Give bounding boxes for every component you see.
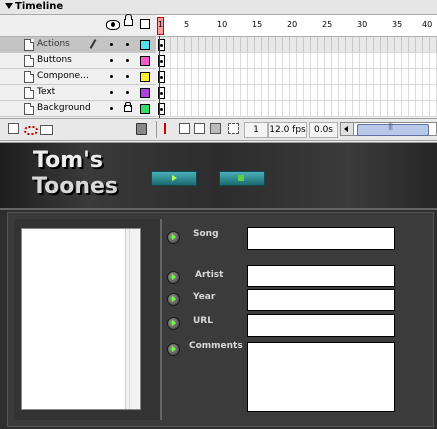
banner: Tom's Toones <box>0 143 437 210</box>
ruler-label: 1 <box>158 20 164 29</box>
frame-row-text[interactable] <box>157 85 437 101</box>
ruler-label: 25 <box>322 20 333 29</box>
song-input[interactable] <box>247 227 395 250</box>
layer-row-buttons[interactable]: Buttons <box>0 53 156 69</box>
frame-row-actions[interactable] <box>157 37 437 53</box>
layer-name: Background <box>37 103 91 113</box>
ruler-label: 5 <box>184 20 190 29</box>
logo-text-line1: Tom's <box>33 148 103 173</box>
visibility-dot[interactable] <box>110 75 113 78</box>
content-panel: Song Artist Year URL Comments <box>7 212 434 427</box>
timeline-titlebar[interactable]: Timeline <box>0 0 437 15</box>
layer-name: Actions <box>37 39 70 49</box>
modify-onion-markers-icon[interactable] <box>228 123 239 134</box>
outline-color-swatch[interactable] <box>140 72 150 82</box>
insert-layer-folder-icon[interactable] <box>40 125 53 135</box>
edit-multiple-frames-icon[interactable] <box>210 123 221 134</box>
timeline-toolbar: 1 12.0 fps 0.0s <box>0 118 437 141</box>
lock-dot[interactable] <box>126 59 129 62</box>
timeline-panel: Timeline 1 5 10 15 20 25 30 35 40 Action… <box>0 0 437 142</box>
next-button[interactable] <box>219 171 265 186</box>
song-list-panel <box>14 219 162 420</box>
collapse-triangle-icon[interactable] <box>5 3 13 9</box>
logo-text-line2: Toones <box>32 174 118 199</box>
lock-icon[interactable] <box>124 102 132 112</box>
layer-name: Compone… <box>37 71 90 81</box>
frame-row-components[interactable] <box>157 69 437 85</box>
ruler-label: 35 <box>392 20 403 29</box>
song-bullet-icon <box>167 231 180 244</box>
visibility-dot[interactable] <box>110 91 113 94</box>
year-label: Year <box>193 292 216 302</box>
layer-header <box>0 14 156 37</box>
ruler-label: 40 <box>422 20 433 29</box>
lock-dot[interactable] <box>126 43 129 46</box>
comments-label: Comments <box>189 341 243 351</box>
outline-color-swatch[interactable] <box>140 88 150 98</box>
url-label: URL <box>193 316 213 326</box>
onion-skin-outlines-icon[interactable] <box>194 123 205 134</box>
playhead-line <box>159 36 160 118</box>
frame-row-background[interactable] <box>157 101 437 117</box>
current-frame-readout: 1 <box>244 122 268 138</box>
layer-row-text[interactable]: Text <box>0 85 156 101</box>
toolbar-divider <box>156 121 157 138</box>
url-input[interactable] <box>247 314 395 337</box>
scroll-left-arrow-icon[interactable] <box>341 123 354 135</box>
layer-row-background[interactable]: Background <box>0 101 156 117</box>
outline-color-swatch[interactable] <box>140 40 150 50</box>
insert-layer-icon[interactable] <box>8 123 19 134</box>
layer-name: Text <box>37 87 56 97</box>
layer-row-components[interactable]: Compone… <box>0 69 156 85</box>
lock-dot[interactable] <box>126 91 129 94</box>
add-motion-guide-icon[interactable] <box>24 123 38 135</box>
artist-bullet-icon <box>167 271 180 284</box>
visibility-dot[interactable] <box>110 107 113 110</box>
square-icon <box>238 175 244 181</box>
comments-textarea[interactable] <box>247 342 395 412</box>
year-bullet-icon <box>167 293 180 306</box>
outline-color-swatch[interactable] <box>140 56 150 66</box>
pencil-icon <box>89 39 97 49</box>
lock-all-icon[interactable] <box>124 14 133 26</box>
song-label: Song <box>193 229 219 239</box>
timeline-horizontal-scrollbar[interactable] <box>340 122 437 136</box>
layer-icon <box>24 55 34 67</box>
layer-name: Buttons <box>37 55 72 65</box>
play-arrow-icon <box>172 175 177 181</box>
elapsed-time-readout: 0.0s <box>309 122 338 138</box>
outline-color-swatch[interactable] <box>140 104 150 114</box>
ruler-label: 20 <box>287 20 298 29</box>
ruler-label: 10 <box>217 20 228 29</box>
play-button[interactable] <box>151 171 197 186</box>
layer-icon <box>24 71 34 83</box>
frame-rate-readout[interactable]: 12.0 fps <box>268 122 307 138</box>
frame-ruler[interactable]: 1 5 10 15 20 25 30 35 40 <box>157 15 437 37</box>
visibility-dot[interactable] <box>110 43 113 46</box>
onion-skin-icon[interactable] <box>179 123 190 134</box>
song-listbox[interactable] <box>21 228 141 410</box>
layer-icon <box>24 103 34 115</box>
show-hide-all-eye-icon[interactable] <box>106 20 120 30</box>
layer-icon <box>24 39 34 51</box>
scrollbar-thumb[interactable] <box>357 122 429 136</box>
delete-layer-trash-icon[interactable] <box>136 123 147 135</box>
stage: Tom's Toones Song Artist Year URL Commen… <box>0 142 437 429</box>
outline-all-icon[interactable] <box>140 19 150 29</box>
comments-bullet-icon <box>167 343 180 356</box>
ruler-label: 15 <box>252 20 263 29</box>
ruler-label: 30 <box>357 20 368 29</box>
frame-row-buttons[interactable] <box>157 53 437 69</box>
lock-dot[interactable] <box>126 75 129 78</box>
timeline-title: Timeline <box>15 1 64 12</box>
year-input[interactable] <box>247 289 395 311</box>
visibility-dot[interactable] <box>110 59 113 62</box>
artist-label: Artist <box>195 270 224 280</box>
layer-row-actions[interactable]: Actions <box>0 37 156 53</box>
center-frame-icon[interactable] <box>164 123 166 134</box>
song-list-scrollbar[interactable] <box>125 229 140 409</box>
layer-icon <box>24 87 34 99</box>
artist-input[interactable] <box>247 265 395 287</box>
url-bullet-icon <box>167 317 180 330</box>
